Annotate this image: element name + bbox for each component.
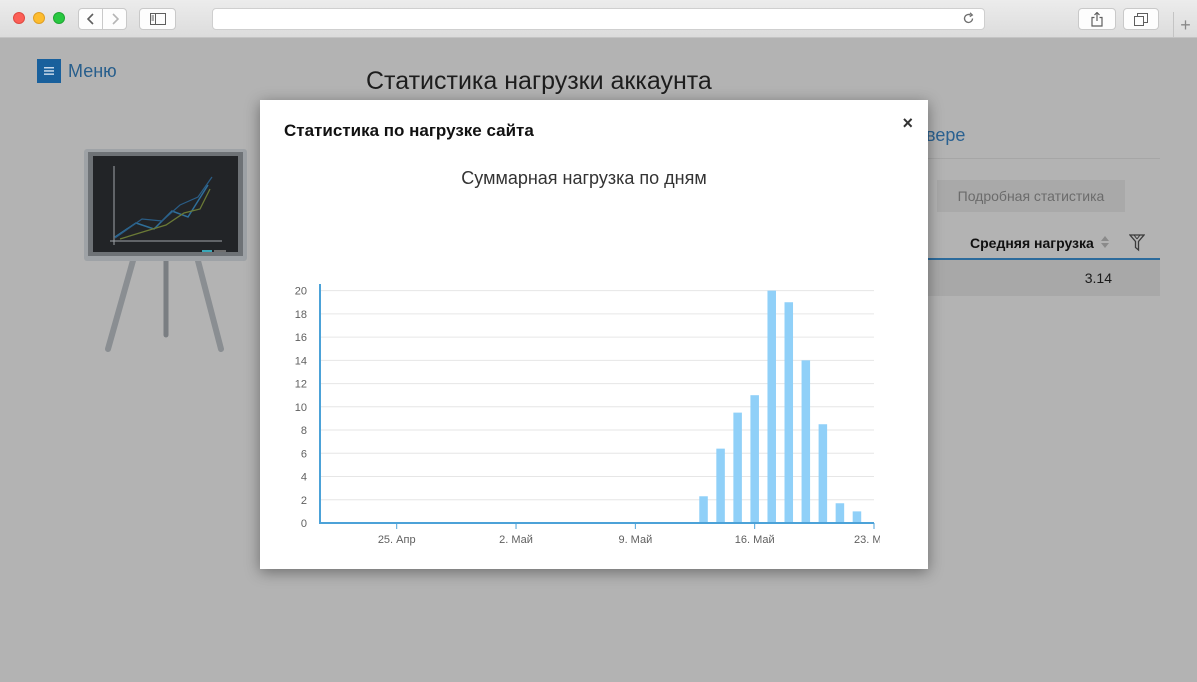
y-tick-label: 10 (295, 402, 307, 414)
close-button[interactable]: × (902, 113, 913, 134)
bar (716, 448, 725, 523)
bar (852, 511, 862, 523)
bar (750, 395, 759, 523)
y-tick-label: 8 (301, 425, 307, 437)
y-tick-label: 14 (295, 355, 307, 367)
new-tab-button[interactable]: + (1173, 12, 1197, 38)
y-tick-label: 20 (295, 286, 307, 298)
tab-divider (926, 158, 1160, 159)
page-title: Статистика нагрузки аккаунта (366, 67, 712, 95)
table-header: Средняя нагрузка (926, 229, 1160, 260)
browser-toolbar: + (0, 0, 1197, 38)
forward-button[interactable] (102, 8, 127, 30)
y-tick-label: 0 (301, 518, 307, 530)
filter-icon[interactable] (1128, 234, 1146, 257)
column-header-avg-load[interactable]: Средняя нагрузка (970, 235, 1094, 251)
daily-load-bar-chart: 0 2 4 6 8 10 12 14 16 18 20 25. Апр 2. Май 9. Май 16. … (295, 284, 880, 546)
share-icon (1091, 11, 1103, 27)
avg-load-value: 3.14 (1084, 270, 1112, 286)
x-tick-label: 16. Май (735, 534, 775, 546)
minimize-window-button[interactable] (33, 12, 45, 24)
bar (801, 360, 811, 523)
y-tick-label: 4 (301, 472, 307, 484)
table-row: 3.14 (926, 260, 1160, 296)
reload-icon[interactable] (962, 12, 976, 26)
chart-title: Суммарная нагрузка по дням (461, 168, 707, 188)
bar (699, 496, 708, 523)
x-tick-label: 25. Апр (378, 534, 416, 546)
x-tick-label: 23. Май (854, 534, 880, 546)
menu-label: Меню (68, 60, 117, 81)
y-tick-label: 18 (295, 309, 307, 321)
y-tick-label: 6 (301, 448, 307, 460)
sort-icon[interactable] (1100, 235, 1110, 251)
tab-label[interactable]: вере (926, 125, 965, 146)
easel-chart-illustration (84, 149, 247, 352)
y-tick-label: 2 (301, 495, 307, 507)
y-tick-label: 16 (295, 332, 307, 344)
close-icon: × (902, 113, 913, 133)
tabs-icon (1134, 12, 1148, 26)
back-button[interactable] (78, 8, 103, 30)
x-tick-label: 2. Май (499, 534, 533, 546)
detailed-stats-button[interactable]: Подробная статистика (937, 180, 1125, 212)
sidebar-icon (149, 13, 166, 25)
hamburger-icon (37, 59, 61, 83)
zoom-window-button[interactable] (53, 12, 65, 24)
share-button[interactable] (1078, 8, 1116, 30)
sidebar-toggle-button[interactable] (139, 8, 176, 30)
bar (784, 302, 794, 523)
bar (767, 290, 776, 523)
bar (818, 424, 828, 523)
tabs-overview-button[interactable] (1123, 8, 1159, 30)
chevron-left-icon (86, 13, 94, 25)
address-bar[interactable] (212, 8, 985, 30)
close-window-button[interactable] (13, 12, 25, 24)
load-stats-modal: Статистика по нагрузке сайта × Суммарная… (260, 100, 928, 569)
menu-link[interactable]: Меню (37, 59, 117, 83)
x-tick-label: 9. Май (618, 534, 652, 546)
y-tick-label: 12 (295, 379, 307, 391)
chevron-right-icon (111, 13, 119, 25)
bar (835, 503, 845, 523)
bar (733, 412, 742, 523)
modal-title: Статистика по нагрузке сайта (284, 121, 534, 140)
